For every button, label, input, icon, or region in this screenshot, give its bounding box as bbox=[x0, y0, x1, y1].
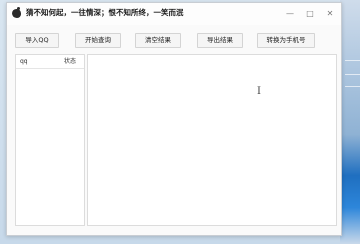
qq-list[interactable]: qq 状态 bbox=[15, 54, 85, 226]
column-header-status[interactable]: 状态 bbox=[64, 58, 76, 66]
title-bar[interactable]: 猜不知何起，一往情深；恨不知所终，一笑而泯 — □ ✕ bbox=[7, 3, 341, 25]
start-query-button[interactable]: 开始查询 bbox=[75, 33, 121, 48]
column-header-qq[interactable]: qq bbox=[20, 58, 28, 66]
close-button[interactable]: ✕ bbox=[325, 9, 335, 19]
header-divider bbox=[16, 68, 84, 69]
convert-to-phone-button[interactable]: 转换为手机号 bbox=[257, 33, 315, 48]
app-icon bbox=[12, 7, 21, 18]
toolbar: 导入QQ 开始查询 清空结果 导出结果 转换为手机号 bbox=[7, 28, 341, 52]
clear-results-button[interactable]: 清空结果 bbox=[135, 33, 181, 48]
window-title: 猜不知何起，一往情深；恨不知所终，一笑而泯 bbox=[26, 8, 184, 17]
export-results-button[interactable]: 导出结果 bbox=[197, 33, 243, 48]
results-textarea[interactable] bbox=[87, 54, 337, 226]
desktop-streak bbox=[345, 60, 360, 61]
desktop-streak bbox=[345, 86, 360, 87]
maximize-button[interactable]: □ bbox=[305, 9, 315, 19]
import-qq-button[interactable]: 导入QQ bbox=[15, 33, 59, 48]
desktop-streak bbox=[345, 74, 360, 75]
desktop-background bbox=[340, 0, 360, 244]
minimize-button[interactable]: — bbox=[285, 9, 295, 19]
app-window: 猜不知何起，一往情深；恨不知所终，一笑而泯 — □ ✕ 导入QQ 开始查询 清空… bbox=[6, 2, 342, 236]
text-cursor-icon: I bbox=[257, 86, 261, 97]
